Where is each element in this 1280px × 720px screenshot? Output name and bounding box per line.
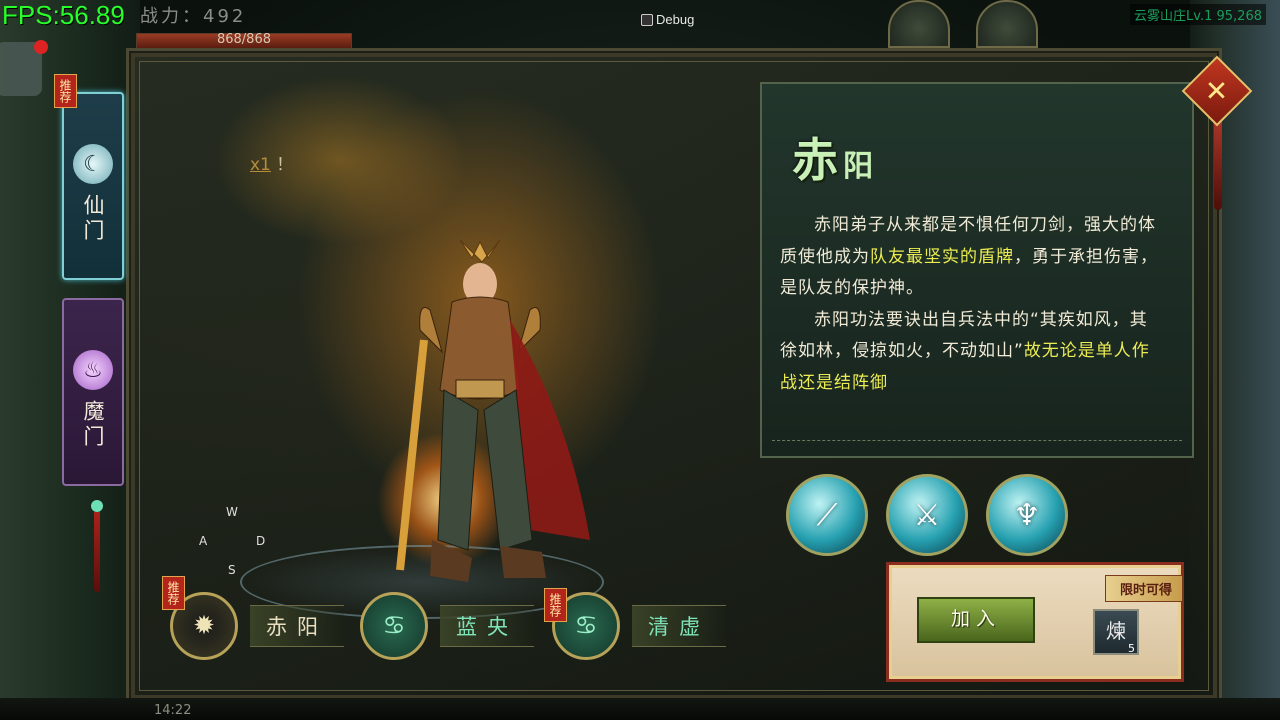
reward-item[interactable]: 煉 5 — [1093, 609, 1139, 655]
bonus-count: x1 — [250, 155, 271, 175]
bonus-text: x1 ！ — [250, 150, 293, 175]
description-paragraph-1: 赤阳弟子从来都是不惧任何刀剑，强大的体质使他成为队友最坚实的盾牌，勇于承担伤害，… — [780, 215, 1158, 298]
bonus-suffix: ！ — [276, 155, 294, 175]
skill-trident-icon[interactable]: ♆ — [986, 474, 1068, 556]
debug-label: Debug — [656, 12, 695, 27]
level-tag: 云雾山庄Lv.1 95,268 — [1130, 4, 1266, 25]
key-s: S — [228, 563, 236, 577]
key-d: D — [256, 534, 266, 548]
tab-xianmen[interactable]: ☾ 仙门 — [62, 92, 124, 280]
debug-toggle[interactable]: Debug — [641, 12, 694, 27]
crescent-icon: ☾ — [73, 144, 113, 184]
recommend-badge: 推荐 — [54, 74, 77, 108]
description-highlight-1: 队友最坚实的盾牌 — [870, 246, 1014, 267]
class-title-big: 赤 — [792, 133, 838, 187]
swirl-icon: ♋ — [360, 592, 428, 660]
bottom-bar — [0, 698, 1280, 720]
class-info-panel: 赤 阳 赤阳弟子从来都是不惧任何刀剑，强大的体质使他成为队友最坚实的盾牌，勇于承… — [760, 82, 1194, 458]
recommend-badge-qingxu: 推荐 — [544, 588, 567, 622]
tab-momen-label: 魔门 — [81, 400, 105, 450]
class-title-small: 阳 — [843, 149, 874, 184]
class-chiyang[interactable]: ✹ 赤阳 — [170, 592, 344, 660]
debug-checkbox[interactable] — [641, 13, 653, 26]
class-qingxu[interactable]: ♋ 清虚 — [552, 592, 726, 660]
description-paragraph-2: 赤阳功法要诀出自兵法中的“其疾如风，其徐如林，侵掠如火，不动如山”故无论是单人作… — [780, 309, 1150, 393]
clock: 14:22 — [154, 703, 192, 718]
tab-momen[interactable]: ♨ 魔门 — [62, 298, 124, 486]
reward-item-icon: 煉 — [1106, 619, 1126, 643]
reward-count: 5 — [1128, 642, 1135, 655]
flame-icon: ♨ — [73, 350, 113, 390]
key-a: A — [199, 534, 208, 548]
fps-counter: FPS:56.89 — [2, 0, 125, 30]
hero-character[interactable] — [360, 240, 600, 600]
join-button[interactable]: 加入 — [917, 597, 1035, 643]
class-lanyang-label: 蓝央 — [440, 605, 534, 647]
class-description: 赤阳弟子从来都是不惧任何刀剑，强大的体质使他成为队友最坚实的盾牌，勇于承担伤害，… — [780, 210, 1164, 399]
close-icon: ✕ — [1205, 74, 1229, 108]
class-title: 赤 阳 — [784, 108, 874, 198]
skill-blade-icon[interactable]: ⚔ — [886, 474, 968, 556]
key-w: W — [226, 505, 238, 519]
gamepad-icon[interactable] — [0, 40, 48, 96]
class-lanyang[interactable]: ♋ 蓝央 — [360, 592, 534, 660]
info-divider — [772, 440, 1182, 442]
combat-power: 战力：492 — [140, 6, 247, 27]
tassel-ornament — [88, 486, 106, 596]
class-qingxu-label: 清虚 — [632, 605, 726, 647]
skill-slash-icon[interactable]: ⟋ — [786, 474, 868, 556]
recommend-badge-chiyang: 推荐 — [162, 576, 185, 610]
class-chiyang-label: 赤阳 — [250, 605, 344, 647]
limited-time-badge: 限时可得 — [1104, 575, 1183, 602]
tab-xianmen-label: 仙门 — [81, 194, 105, 244]
join-box: 限时可得 加入 煉 5 — [886, 562, 1184, 682]
